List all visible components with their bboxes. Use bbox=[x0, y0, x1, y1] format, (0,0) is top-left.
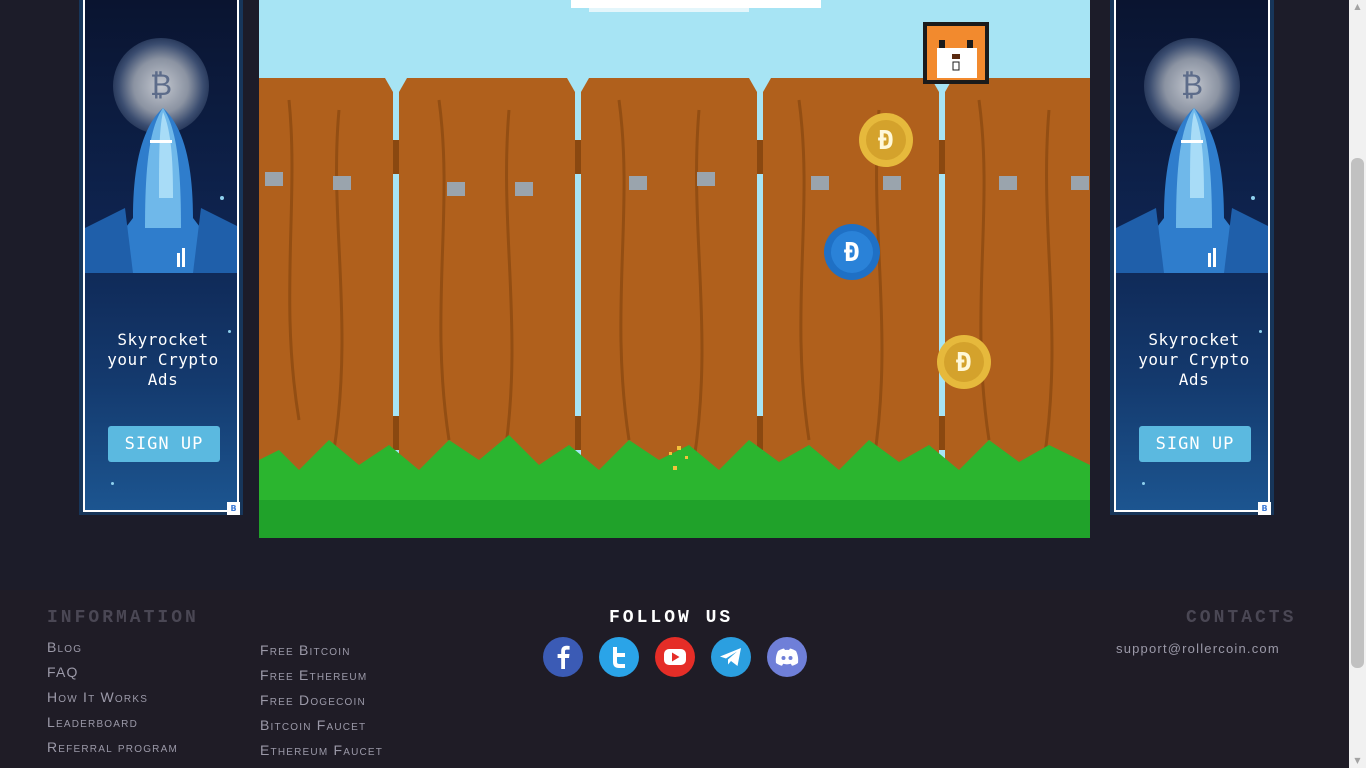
faq-link[interactable]: FAQ bbox=[47, 664, 79, 680]
ad-headline: Skyrocket your Crypto Ads bbox=[1138, 330, 1250, 389]
coin-label: Ð bbox=[844, 238, 860, 268]
coin-label: Ð bbox=[878, 126, 894, 156]
free-ethereum-link[interactable]: Free Ethereum bbox=[260, 667, 367, 683]
left-ad-banner[interactable]: ₿ Skyrocket your Crypto Ads SIGN UP B bbox=[79, 0, 243, 515]
sign-up-button[interactable]: SIGN UP bbox=[1139, 426, 1251, 462]
bitcoin-faucet-link[interactable]: Bitcoin Faucet bbox=[260, 717, 366, 733]
referral-program-link[interactable]: Referral program bbox=[47, 739, 178, 755]
free-dogecoin-link[interactable]: Free Dogecoin bbox=[260, 692, 366, 708]
free-bitcoin-link[interactable]: Free Bitcoin bbox=[260, 642, 351, 658]
how-it-works-link[interactable]: How It Works bbox=[47, 689, 148, 705]
hamster-icon bbox=[923, 22, 989, 84]
blog-link[interactable]: Blog bbox=[47, 639, 82, 655]
ad-badge[interactable]: B bbox=[1258, 502, 1271, 515]
contacts-heading: Contacts bbox=[1186, 608, 1297, 628]
rocket-icon bbox=[85, 108, 237, 273]
discord-icon[interactable] bbox=[767, 637, 807, 677]
ethereum-faucet-link[interactable]: Ethereum Faucet bbox=[260, 742, 383, 758]
facebook-icon[interactable] bbox=[543, 637, 583, 677]
game-canvas[interactable]: Ð Ð Ð bbox=[259, 0, 1090, 538]
scrollbar-thumb[interactable] bbox=[1351, 158, 1364, 668]
coin-label: Ð bbox=[956, 348, 972, 378]
star-icon bbox=[220, 196, 224, 200]
rocket-icon bbox=[1116, 108, 1268, 273]
youtube-icon[interactable] bbox=[655, 637, 695, 677]
game-scene: Ð Ð Ð bbox=[259, 0, 1090, 538]
information-heading: Information bbox=[47, 608, 199, 628]
sign-up-button[interactable]: SIGN UP bbox=[108, 426, 220, 462]
telegram-icon[interactable] bbox=[711, 637, 751, 677]
scroll-down-icon[interactable]: ▼ bbox=[1349, 754, 1366, 768]
footer: Information Follow us Contacts Blog FAQ … bbox=[0, 590, 1349, 768]
star-icon bbox=[1142, 482, 1145, 485]
ad-badge[interactable]: B bbox=[227, 502, 240, 515]
ad-headline: Skyrocket your Crypto Ads bbox=[107, 330, 219, 389]
support-email-link[interactable]: support@rollercoin.com bbox=[1116, 641, 1280, 656]
twitter-icon[interactable] bbox=[599, 637, 639, 677]
leaderboard-link[interactable]: Leaderboard bbox=[47, 714, 138, 730]
star-icon bbox=[1251, 196, 1255, 200]
scroll-up-icon[interactable]: ▲ bbox=[1349, 0, 1366, 14]
right-ad-banner[interactable]: ₿ Skyrocket your Crypto Ads SIGN UP B bbox=[1110, 0, 1274, 515]
star-icon bbox=[111, 482, 114, 485]
follow-us-heading: Follow us bbox=[609, 608, 734, 628]
